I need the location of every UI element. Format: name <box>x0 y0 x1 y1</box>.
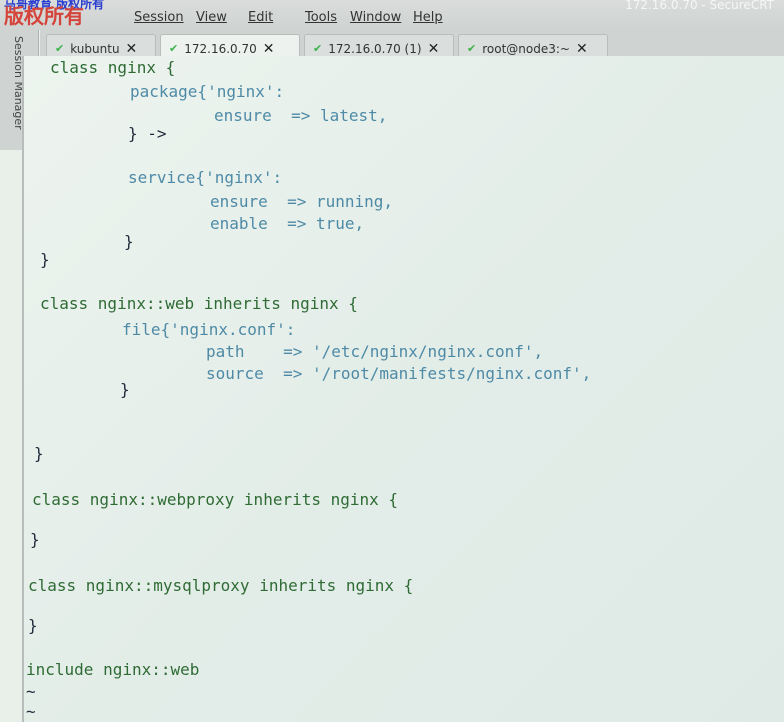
check-icon: ✔ <box>467 42 477 55</box>
menu-edit[interactable]: Edit <box>248 10 273 25</box>
menu-bar: 马哥教育 版权所有 版权所有 Session View Edit Tools W… <box>0 0 784 30</box>
code-line: enable => true, <box>210 214 365 233</box>
code-line: service{'nginx': <box>128 168 283 187</box>
close-icon[interactable]: ✕ <box>263 41 275 57</box>
tab-label: root@node3:~ <box>482 41 570 56</box>
code-line: class nginx { <box>50 58 176 77</box>
menu-help[interactable]: Help <box>413 10 443 25</box>
menu-window[interactable]: Window <box>350 10 401 25</box>
terminal-text: class nginx { package{'nginx': ensure =>… <box>24 56 591 721</box>
menu-tools[interactable]: Tools <box>305 10 337 25</box>
check-icon: ✔ <box>55 42 65 55</box>
check-icon: ✔ <box>169 42 179 55</box>
code-line: class nginx::mysqlproxy inherits nginx { <box>28 576 414 595</box>
code-line: } <box>28 616 38 635</box>
code-line: package{'nginx': <box>130 82 285 101</box>
tab-label: 172.16.0.70 (1) <box>328 41 422 56</box>
code-line: ~ <box>26 702 36 721</box>
close-icon[interactable]: ✕ <box>576 41 588 57</box>
code-line: class nginx::webproxy inherits nginx { <box>32 490 399 509</box>
code-line: include nginx::web <box>26 660 200 679</box>
close-icon[interactable]: ✕ <box>428 41 440 57</box>
code-line: } <box>124 232 134 251</box>
close-icon[interactable]: ✕ <box>126 41 138 57</box>
code-line: ~ <box>26 682 36 701</box>
code-line: } -> <box>128 124 167 143</box>
check-icon: ✔ <box>313 42 323 55</box>
menu-view[interactable]: View <box>196 10 227 25</box>
code-line: class nginx::web inherits nginx { <box>40 294 358 313</box>
window-title: 172.16.0.70 - SecureCRT <box>625 0 774 12</box>
watermark-line2: 版权所有 <box>4 4 84 28</box>
terminal-view[interactable]: class nginx { package{'nginx': ensure =>… <box>22 56 784 722</box>
tab-label: kubuntu <box>70 41 120 56</box>
code-line: } <box>34 444 44 463</box>
code-line: source => '/root/manifests/nginx.conf', <box>206 364 592 383</box>
code-line: file{'nginx.conf': <box>122 320 296 339</box>
code-line: } <box>120 380 130 399</box>
code-line: } <box>30 530 40 549</box>
code-line: } <box>40 250 50 269</box>
code-line: ensure => running, <box>210 192 394 211</box>
code-line: ensure => latest, <box>214 106 388 125</box>
watermark: 马哥教育 版权所有 版权所有 <box>4 0 104 28</box>
code-line: path => '/etc/nginx/nginx.conf', <box>206 342 544 361</box>
menu-session[interactable]: Session <box>134 10 184 25</box>
tab-label: 172.16.0.70 <box>184 41 257 56</box>
